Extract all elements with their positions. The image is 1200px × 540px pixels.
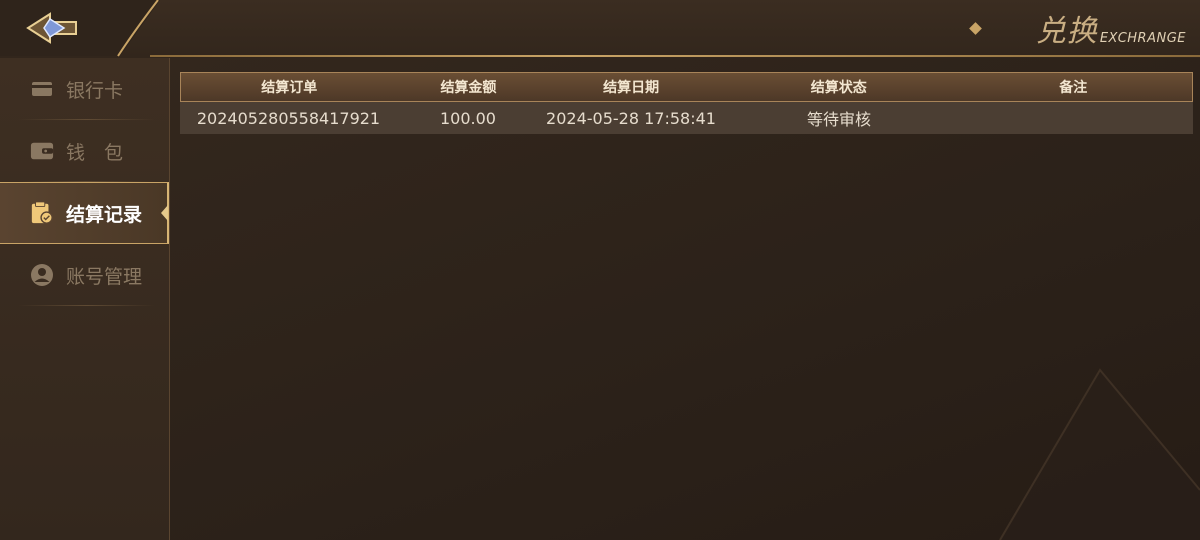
background-decoration: [999, 368, 1200, 540]
order-id-cell: 202405280558417921: [196, 108, 381, 128]
wallet-icon: [30, 139, 54, 163]
active-indicator-icon: [161, 205, 168, 221]
page-title-text: 兑换: [1035, 14, 1098, 49]
bank-card-icon: [30, 77, 54, 101]
back-arrow-icon: [26, 12, 77, 44]
sidebar-item-settlement-record[interactable]: 结算记录: [0, 182, 169, 244]
sidebar-item-label: 银行卡: [66, 79, 124, 102]
settlement-table: 结算订单 结算金额 结算日期 结算状态 备注 20240528055841792…: [180, 72, 1193, 134]
sidebar-item-label: 账号管理: [66, 265, 143, 288]
status-cell: 等待审核: [806, 110, 871, 129]
column-header: 结算订单: [261, 80, 318, 96]
page-title: 兑换 EXCHRANGE: [1036, 6, 1186, 52]
sidebar-item-label: 结算记录: [66, 203, 143, 226]
column-header: 结算金额: [440, 80, 497, 96]
header-divider: [150, 55, 1200, 57]
title-diamond-icon: [969, 22, 982, 35]
amount-cell: 100.00: [440, 108, 496, 128]
sidebar-item-label: 钱 包: [66, 141, 124, 164]
back-button[interactable]: [24, 8, 84, 48]
date-cell: 2024-05-28 17:58:41: [546, 108, 716, 128]
main-content: 结算订单 结算金额 结算日期 结算状态 备注 20240528055841792…: [170, 58, 1200, 540]
column-header: 备注: [1059, 80, 1088, 96]
settlement-record-icon: [30, 201, 54, 225]
sidebar-item-bank-card[interactable]: 银行卡: [0, 58, 169, 120]
sidebar-item-wallet[interactable]: 钱 包: [0, 120, 169, 182]
top-bar: 兑换 EXCHRANGE: [0, 0, 1200, 58]
sidebar: 银行卡 钱 包 结算记录 账号管理: [0, 58, 170, 540]
column-header: 结算状态: [810, 80, 867, 96]
sidebar-item-account[interactable]: 账号管理: [0, 244, 169, 306]
page-title-subtitle: EXCHRANGE: [1099, 31, 1186, 46]
table-header: 结算订单 结算金额 结算日期 结算状态 备注: [180, 72, 1193, 102]
column-header: 结算日期: [603, 80, 660, 96]
table-row[interactable]: 202405280558417921 100.00 2024-05-28 17:…: [180, 102, 1193, 134]
account-icon: [30, 263, 54, 287]
